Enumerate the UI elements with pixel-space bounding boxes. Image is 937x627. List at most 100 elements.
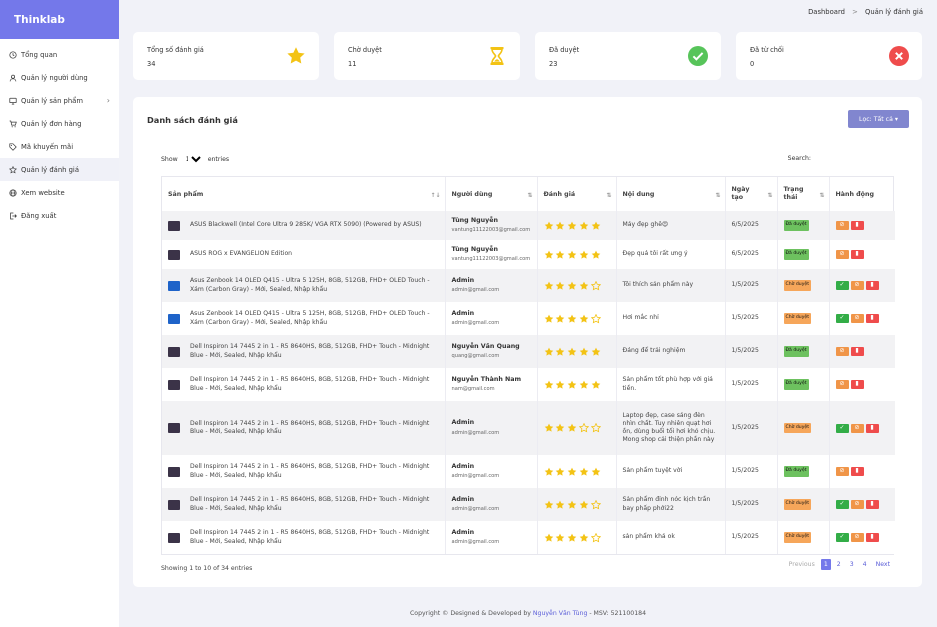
cell-rating: [537, 488, 617, 521]
delete-button[interactable]: ▮: [865, 533, 879, 542]
approve-button[interactable]: ✓: [835, 533, 849, 542]
reject-button[interactable]: ⊘: [835, 221, 849, 230]
pagination-previous[interactable]: Previous: [786, 559, 818, 570]
stat-card-total: Tổng số đánh giá 34: [133, 32, 319, 80]
reject-button[interactable]: ⊘: [835, 380, 849, 389]
delete-button[interactable]: ▮: [850, 347, 864, 356]
column-label: Ngày tạo: [731, 186, 750, 201]
cell-rating: [537, 211, 617, 240]
trash-icon: ▮: [855, 380, 859, 388]
column-header-user[interactable]: Người dùng ⇅: [445, 177, 538, 211]
sidebar-item-products[interactable]: Quản lý sản phẩm ›: [0, 89, 119, 112]
sidebar-item-website[interactable]: Xem website: [0, 181, 119, 204]
check-icon: ✓: [839, 500, 845, 508]
column-header-rating[interactable]: Đánh giá ⇅: [537, 177, 617, 211]
product-thumbnail: [168, 249, 180, 260]
review-date: 1/5/2025: [731, 533, 759, 541]
brand-logo[interactable]: Thinklab: [0, 0, 119, 39]
delete-button[interactable]: ▮: [865, 500, 879, 509]
pagination-page[interactable]: 4: [860, 559, 870, 570]
pagination-page[interactable]: 3: [847, 559, 857, 570]
table-row: Asus Zenbook 14 OLED Q415 - Ultra 5 125H…: [162, 269, 895, 302]
rating-stars: [544, 250, 610, 260]
reject-button[interactable]: ⊘: [850, 500, 864, 509]
delete-button[interactable]: ▮: [850, 467, 864, 476]
star-filled-icon: [591, 380, 600, 389]
cell-product: ASUS ROG x EVANGELION Edition: [162, 240, 446, 269]
sidebar-item-label: Quản lý người dùng: [21, 73, 88, 82]
pagination-page[interactable]: 2: [834, 559, 844, 570]
delete-button[interactable]: ▮: [850, 221, 864, 230]
reviews-table: Sản phẩm ↑↓ Người dùng ⇅ Đánh giá ⇅ Nội dun…: [162, 177, 895, 554]
cell-date: 1/5/2025: [725, 269, 778, 302]
trash-icon: ▮: [870, 281, 874, 289]
star-empty-icon: [590, 280, 601, 290]
ban-icon: ⊘: [854, 500, 860, 508]
reject-button[interactable]: ⊘: [835, 467, 849, 476]
sidebar-item-overview[interactable]: Tổng quan: [0, 43, 119, 66]
status-badge: Đã duyệt: [783, 249, 809, 260]
approve-button[interactable]: ✓: [835, 500, 849, 509]
cell-rating: [537, 401, 617, 455]
delete-button[interactable]: ▮: [850, 380, 864, 389]
entries-select[interactable]: 10: [181, 155, 204, 164]
sidebar-item-label: Quản lý đánh giá: [21, 165, 79, 174]
cell-product: Dell Inspiron 14 7445 2 in 1 - R5 8640HS…: [162, 401, 446, 455]
sidebar-item-coupons[interactable]: Mã khuyến mãi: [0, 135, 119, 158]
row-actions: ⊘ ▮: [835, 250, 890, 259]
reject-button[interactable]: ⊘: [850, 423, 864, 433]
column-header-product[interactable]: Sản phẩm ↑↓: [162, 177, 446, 211]
reject-button[interactable]: ⊘: [850, 281, 864, 290]
star-filled-icon: [567, 380, 577, 389]
approve-button[interactable]: ✓: [835, 423, 849, 433]
sidebar-item-users[interactable]: Quản lý người dùng: [0, 66, 119, 89]
status-badge: Chờ duyệt: [783, 532, 812, 543]
approve-button[interactable]: ✓: [835, 281, 849, 290]
ban-icon: ⊘: [854, 314, 860, 322]
cell-user: Admin admin@gmail.com: [445, 488, 538, 521]
sidebar-item-orders[interactable]: Quản lý đơn hàng: [0, 112, 119, 135]
reject-button[interactable]: ⊘: [835, 347, 849, 356]
cell-actions: ✓ ⊘ ▮: [829, 521, 895, 554]
check-icon: ✓: [839, 281, 845, 289]
row-actions: ⊘ ▮: [835, 380, 890, 389]
delete-button[interactable]: ▮: [865, 423, 879, 433]
reject-button[interactable]: ⊘: [835, 250, 849, 259]
sort-icon: ⇅: [606, 192, 612, 199]
star-filled-icon: [544, 281, 553, 290]
approve-button[interactable]: ✓: [835, 314, 849, 323]
sidebar-item-logout[interactable]: Đăng xuất: [0, 204, 119, 227]
product-name: Dell Inspiron 14 7445 2 in 1 - R5 8640HS…: [190, 419, 430, 435]
product-thumbnail: [168, 379, 180, 390]
sidebar-item-reviews[interactable]: Quản lý đánh giá: [0, 158, 119, 181]
star-filled-icon: [567, 314, 577, 323]
filter-button[interactable]: Lọc: Tất cả ▾: [848, 110, 909, 128]
review-content: Sản phẩm đỉnh nóc kịch trần bay phấp phớ…: [622, 496, 711, 512]
column-label: Người dùng: [451, 190, 493, 198]
cell-content: Đáng để trải nghiệm: [616, 335, 726, 368]
cell-rating: [537, 521, 617, 554]
user-name: Nguyễn Thành Nam: [451, 375, 522, 383]
cell-date: 1/5/2025: [725, 521, 778, 554]
cell-date: 1/5/2025: [725, 455, 778, 488]
reject-button[interactable]: ⊘: [850, 533, 864, 542]
pagination-next[interactable]: Next: [873, 559, 893, 570]
footer-author-link[interactable]: Nguyễn Văn Tùng: [533, 610, 587, 617]
user-email: admin@gmail.com: [451, 506, 500, 512]
delete-button[interactable]: ▮: [865, 281, 879, 290]
user-name: Nguyễn Văn Quang: [451, 342, 520, 350]
column-header-date[interactable]: Ngày tạo ⇅: [725, 177, 778, 211]
delete-button[interactable]: ▮: [865, 314, 879, 323]
status-badge: Chờ duyệt: [783, 313, 812, 324]
star-filled-icon: [555, 347, 565, 356]
pagination-page[interactable]: 1: [820, 559, 831, 570]
delete-button[interactable]: ▮: [850, 250, 864, 259]
breadcrumb-root[interactable]: Dashboard: [808, 8, 845, 16]
rating-stars: [544, 380, 610, 390]
column-header-content[interactable]: Nội dung ⇅: [616, 177, 726, 211]
column-header-status[interactable]: Trạng thái ⇅: [777, 177, 830, 211]
review-date: 1/5/2025: [731, 500, 759, 508]
star-filled-icon: [567, 250, 577, 259]
cell-status: Đã duyệt: [777, 240, 830, 269]
reject-button[interactable]: ⊘: [850, 314, 864, 323]
